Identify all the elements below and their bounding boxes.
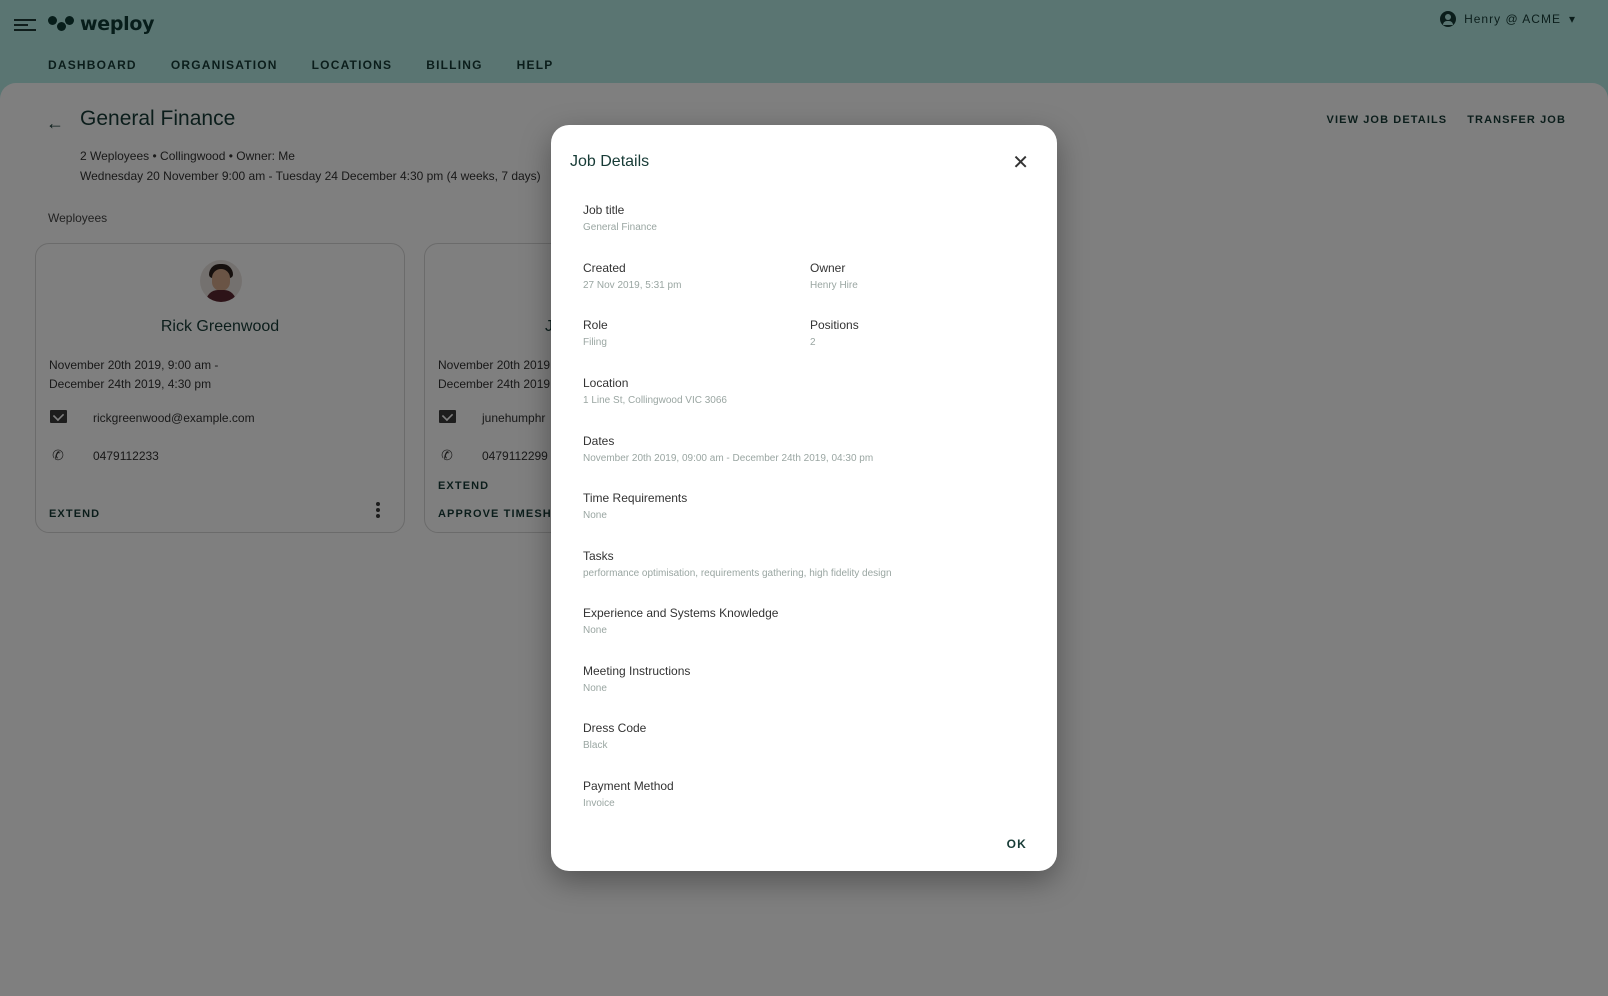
field-payment-method: Payment Method Invoice bbox=[583, 778, 674, 811]
field-label: Role bbox=[583, 318, 608, 332]
field-owner: Owner Henry Hire bbox=[810, 260, 858, 293]
field-label: Location bbox=[583, 376, 629, 390]
field-dress-code: Dress Code Black bbox=[583, 720, 646, 753]
field-label: Tasks bbox=[583, 549, 614, 563]
field-label: Dates bbox=[583, 434, 615, 448]
field-value: Black bbox=[583, 740, 608, 751]
field-value: None bbox=[583, 510, 607, 521]
field-label: Job title bbox=[583, 203, 625, 217]
field-label: Owner bbox=[810, 261, 846, 275]
field-label: Meeting Instructions bbox=[583, 664, 691, 678]
field-label: Experience and Systems Knowledge bbox=[583, 606, 779, 620]
field-value: November 20th 2019, 09:00 am - December … bbox=[583, 453, 874, 464]
field-created: Created 27 Nov 2019, 5:31 pm bbox=[583, 260, 681, 293]
field-dates: Dates November 20th 2019, 09:00 am - Dec… bbox=[583, 433, 873, 466]
field-time-requirements: Time Requirements None bbox=[583, 490, 687, 523]
field-value: None bbox=[583, 683, 607, 694]
field-meeting-instructions: Meeting Instructions None bbox=[583, 663, 690, 696]
field-label: Positions bbox=[810, 318, 859, 332]
job-details-dialog: Job Details ✕ Job title General Finance … bbox=[551, 125, 1057, 871]
field-value: 27 Nov 2019, 5:31 pm bbox=[583, 280, 682, 291]
field-value: Filing bbox=[583, 337, 607, 348]
field-value: 2 bbox=[810, 337, 816, 348]
field-value: performance optimisation, requirements g… bbox=[583, 568, 892, 579]
field-value: General Finance bbox=[583, 222, 657, 233]
field-location: Location 1 Line St, Collingwood VIC 3066 bbox=[583, 375, 727, 408]
field-positions: Positions 2 bbox=[810, 317, 859, 350]
field-experience: Experience and Systems Knowledge None bbox=[583, 605, 778, 638]
field-label: Time Requirements bbox=[583, 491, 688, 505]
field-value: Henry Hire bbox=[810, 280, 858, 291]
ok-button[interactable]: OK bbox=[1007, 837, 1027, 851]
dialog-title: Job Details bbox=[570, 153, 650, 170]
field-value: Invoice bbox=[583, 798, 615, 809]
field-value: 1 Line St, Collingwood VIC 3066 bbox=[583, 395, 727, 406]
field-tasks: Tasks performance optimisation, requirem… bbox=[583, 548, 892, 581]
field-value: None bbox=[583, 625, 607, 636]
field-label: Dress Code bbox=[583, 721, 647, 735]
field-label: Created bbox=[583, 261, 626, 275]
field-role: Role Filing bbox=[583, 317, 608, 350]
field-label: Payment Method bbox=[583, 779, 674, 793]
close-icon[interactable]: ✕ bbox=[1012, 153, 1029, 173]
field-job-title: Job title General Finance bbox=[583, 202, 657, 235]
